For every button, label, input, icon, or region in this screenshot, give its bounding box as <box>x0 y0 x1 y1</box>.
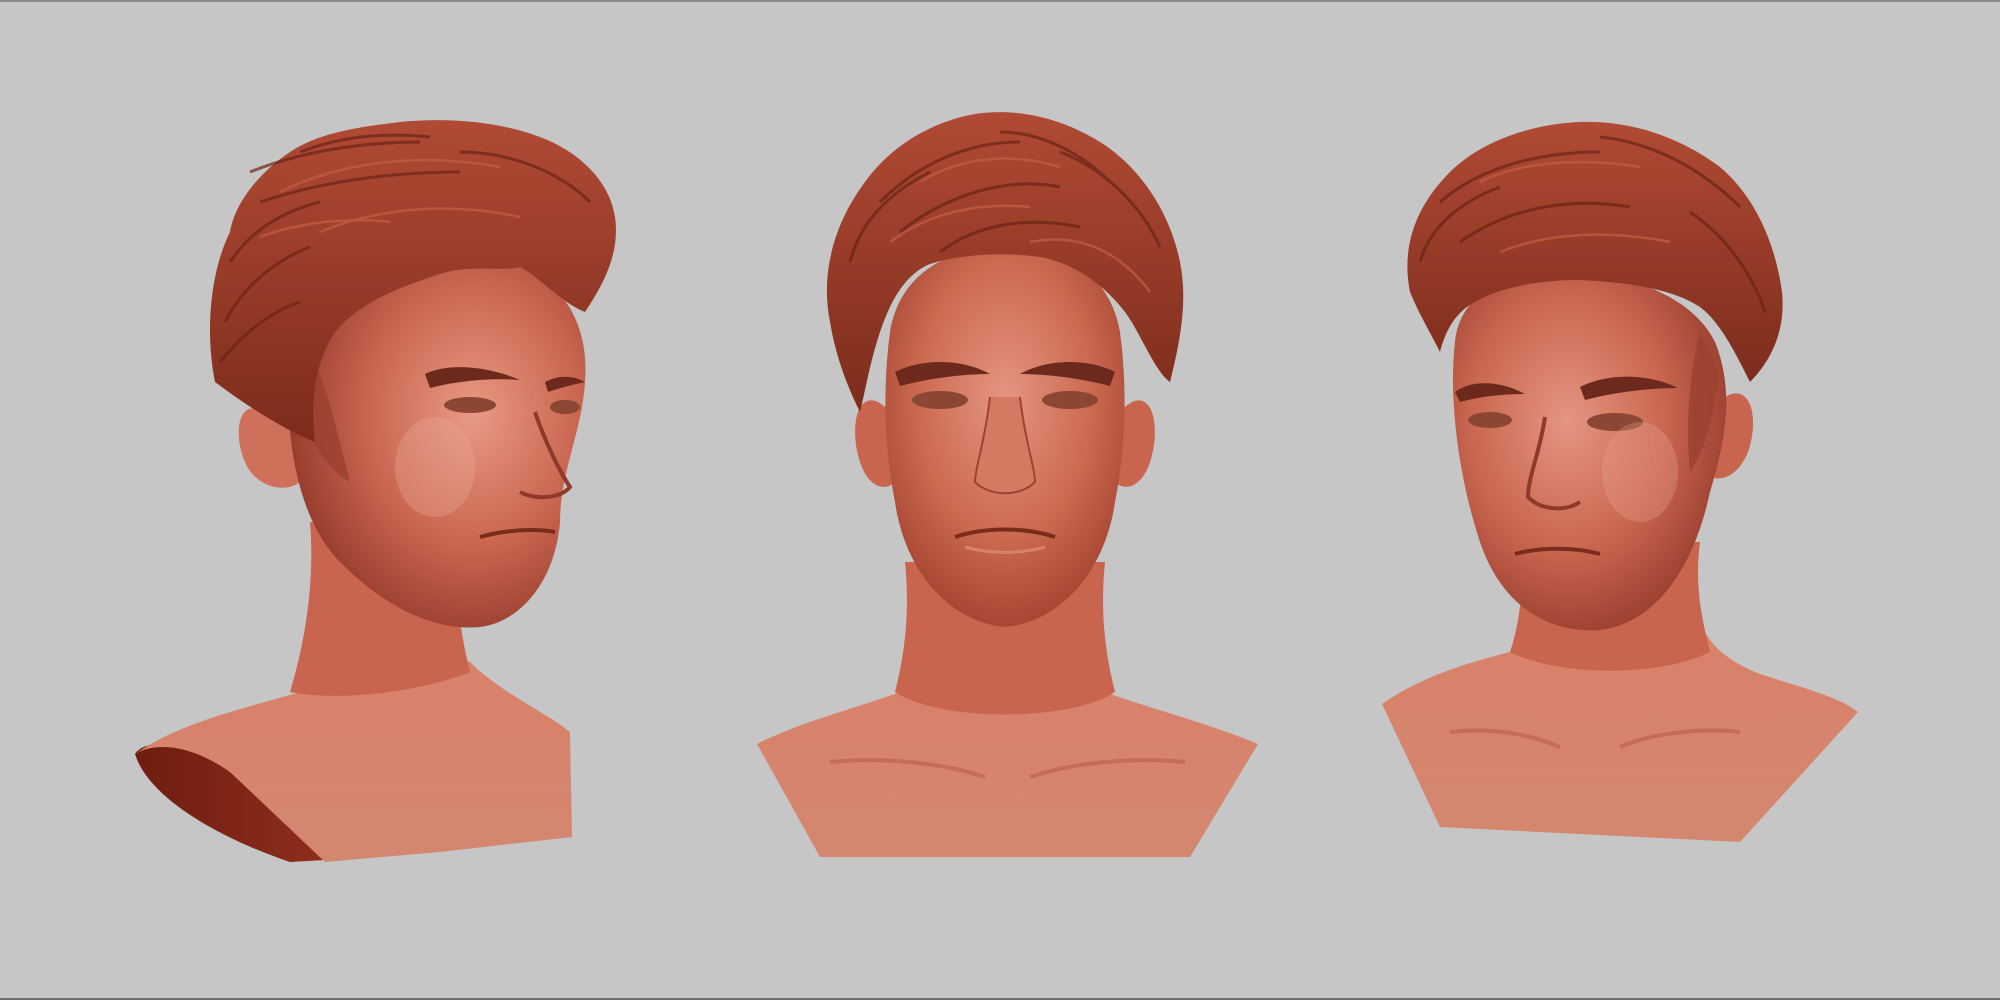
cheek-highlight <box>395 417 475 517</box>
bust-three-quarter-right <box>1382 121 1858 842</box>
sculpt-render <box>135 112 1858 862</box>
bust-front <box>757 112 1258 857</box>
viewport-canvas <box>0 0 2000 1000</box>
eye-right <box>550 400 580 414</box>
bust-three-quarter-left <box>135 120 616 862</box>
eye-left <box>912 391 968 409</box>
eye-left <box>444 397 496 413</box>
eye-left <box>1468 412 1512 428</box>
cheek-highlight <box>1602 422 1678 522</box>
eye-right <box>1042 391 1098 409</box>
